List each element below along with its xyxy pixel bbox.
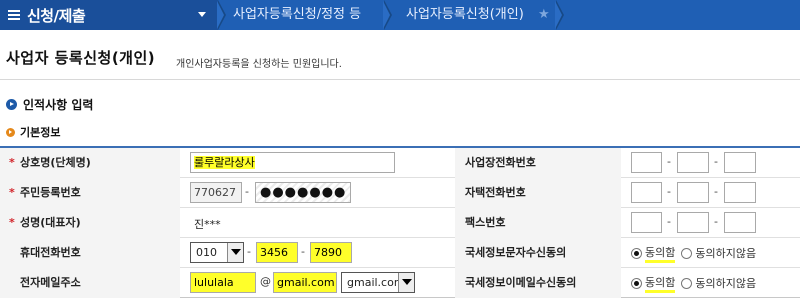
mobile-cell: 010 - 3456 - 7890 xyxy=(180,238,455,268)
required-mark: * xyxy=(9,186,15,199)
label-text: 성명(대표자) xyxy=(20,216,81,229)
fax-part3-input[interactable] xyxy=(724,212,756,233)
business-name-input[interactable]: 룰루랄라상사 xyxy=(190,152,395,173)
tax-sms-agree-radio[interactable] xyxy=(631,247,642,259)
breadcrumb-separator-icon xyxy=(383,0,392,30)
fax-cell: - - xyxy=(621,208,800,238)
tax-email-agree-label[interactable]: 동의함 xyxy=(645,274,676,293)
tax-email-disagree-radio[interactable] xyxy=(681,277,693,289)
tax-email-agree-radio[interactable] xyxy=(631,277,642,289)
form-row: * 성명(대표자) 진*** 팩스번호 - - xyxy=(0,208,800,238)
resident-number-label: * 주민등록번호 xyxy=(0,178,180,208)
tax-sms-disagree-label[interactable]: 동의하지않음 xyxy=(695,245,756,261)
business-name-cell: 룰루랄라상사 xyxy=(180,148,455,178)
required-mark: * xyxy=(9,216,15,229)
email-label: 전자메일주소 xyxy=(0,268,180,298)
bullet-arrow-icon xyxy=(6,99,17,110)
business-phone-part3-input[interactable] xyxy=(724,152,756,173)
business-phone-label: 사업장전화번호 xyxy=(455,148,621,178)
section-heading: 인적사항 입력 xyxy=(6,96,93,113)
dash: - xyxy=(714,155,718,168)
home-phone-label: 자택전화번호 xyxy=(455,178,621,208)
dash: - xyxy=(714,215,718,228)
mobile-prefix-select[interactable]: 010 xyxy=(190,242,244,263)
resident-number-back-input[interactable]: ●●●●●●● xyxy=(255,182,351,203)
menu-title: 신청/제출 xyxy=(27,6,86,25)
tax-email-consent-cell: 동의함 동의하지않음 xyxy=(621,268,800,298)
section-title: 인적사항 입력 xyxy=(23,98,94,112)
tax-sms-consent-label: 국세정보문자수신동의 xyxy=(455,238,621,268)
page-description: 개인사업자등록을 신청하는 민원입니다. xyxy=(176,59,342,70)
representative-value: 진*** xyxy=(194,218,221,231)
email-domain-select[interactable]: gmail.com xyxy=(341,272,415,293)
dash: - xyxy=(667,185,671,198)
business-phone-part2-input[interactable] xyxy=(677,152,709,173)
subsection-title: 기본정보 xyxy=(20,126,61,139)
breadcrumb-item-registration[interactable]: 사업자등록신청/정정 등 xyxy=(233,0,361,30)
fax-part2-input[interactable] xyxy=(677,212,709,233)
business-phone-cell: - - xyxy=(621,148,800,178)
home-phone-part3-input[interactable] xyxy=(724,182,756,203)
representative-cell: 진*** xyxy=(180,208,455,238)
tax-email-consent-label: 국세정보이메일수신동의 xyxy=(455,268,621,298)
representative-label: * 성명(대표자) xyxy=(0,208,180,238)
basic-info-form: * 상호명(단체명) 룰루랄라상사 사업장전화번호 - - * 주민등록번호 7… xyxy=(0,146,800,298)
tax-sms-consent-cell: 동의함 동의하지않음 xyxy=(621,238,800,268)
fax-label: 팩스번호 xyxy=(455,208,621,238)
mobile-label: 휴대전화번호 xyxy=(0,238,180,268)
tax-sms-disagree-radio[interactable] xyxy=(681,247,693,259)
mobile-middle-input[interactable]: 3456 xyxy=(256,242,298,263)
dash: - xyxy=(667,155,671,168)
dash: - xyxy=(245,185,249,198)
breadcrumb-separator-icon xyxy=(217,0,226,30)
email-cell: lululala @ gmail.com gmail.com xyxy=(180,268,455,298)
chevron-down-icon xyxy=(227,243,243,262)
dash: - xyxy=(301,245,305,258)
mobile-last-input[interactable]: 7890 xyxy=(310,242,352,263)
form-row: * 상호명(단체명) 룰루랄라상사 사업장전화번호 - - xyxy=(0,148,800,178)
form-row: 전자메일주소 lululala @ gmail.com gmail.com 국세… xyxy=(0,268,800,298)
resident-number-cell: 770627 - ●●●●●●● xyxy=(180,178,455,208)
tax-sms-consent-options: 동의함 동의하지않음 xyxy=(631,238,762,268)
mobile-prefix-value: 010 xyxy=(196,246,217,259)
fax-part1-input[interactable] xyxy=(631,212,662,233)
form-row: * 주민등록번호 770627 - ●●●●●●● 자택전화번호 - - xyxy=(0,178,800,208)
home-phone-part1-input[interactable] xyxy=(631,182,662,203)
favorite-star-icon[interactable]: ★ xyxy=(538,7,550,23)
label-text: 상호명(단체명) xyxy=(20,156,91,169)
page-title: 사업자 등록신청(개인) xyxy=(6,49,156,67)
dash: - xyxy=(247,245,251,258)
label-text: 주민등록번호 xyxy=(20,186,81,199)
main-menu-button[interactable]: 신청/제출 xyxy=(0,0,218,30)
chevron-down-icon xyxy=(398,273,414,292)
business-name-label: * 상호명(단체명) xyxy=(0,148,180,178)
subsection-heading: 기본정보 xyxy=(6,124,60,140)
email-id-input[interactable]: lululala xyxy=(190,272,256,293)
required-mark: * xyxy=(9,156,15,169)
hamburger-icon xyxy=(8,10,22,20)
email-domain-input[interactable]: gmail.com xyxy=(273,272,337,293)
bullet-arrow-icon xyxy=(6,127,15,137)
breadcrumb-separator-icon xyxy=(555,0,564,30)
business-phone-part1-input[interactable] xyxy=(631,152,662,173)
home-phone-part2-input[interactable] xyxy=(677,182,709,203)
dash: - xyxy=(667,215,671,228)
divider xyxy=(0,79,800,80)
top-navigation-bar: 신청/제출 사업자등록신청/정정 등 사업자등록신청(개인) ★ xyxy=(0,0,800,30)
at-sign: @ xyxy=(260,275,271,288)
business-name-value: 룰루랄라상사 xyxy=(194,156,255,169)
breadcrumb-item-individual[interactable]: 사업자등록신청(개인) xyxy=(406,0,524,30)
chevron-down-icon xyxy=(198,12,206,17)
tax-email-consent-options: 동의함 동의하지않음 xyxy=(631,268,762,298)
tax-sms-agree-label[interactable]: 동의함 xyxy=(645,244,676,263)
home-phone-cell: - - xyxy=(621,178,800,208)
dash: - xyxy=(714,185,718,198)
form-row: 휴대전화번호 010 - 3456 - 7890 국세정보문자수신동의 동의함 … xyxy=(0,238,800,268)
tax-email-disagree-label[interactable]: 동의하지않음 xyxy=(695,275,756,291)
resident-number-front-input: 770627 xyxy=(190,182,242,203)
